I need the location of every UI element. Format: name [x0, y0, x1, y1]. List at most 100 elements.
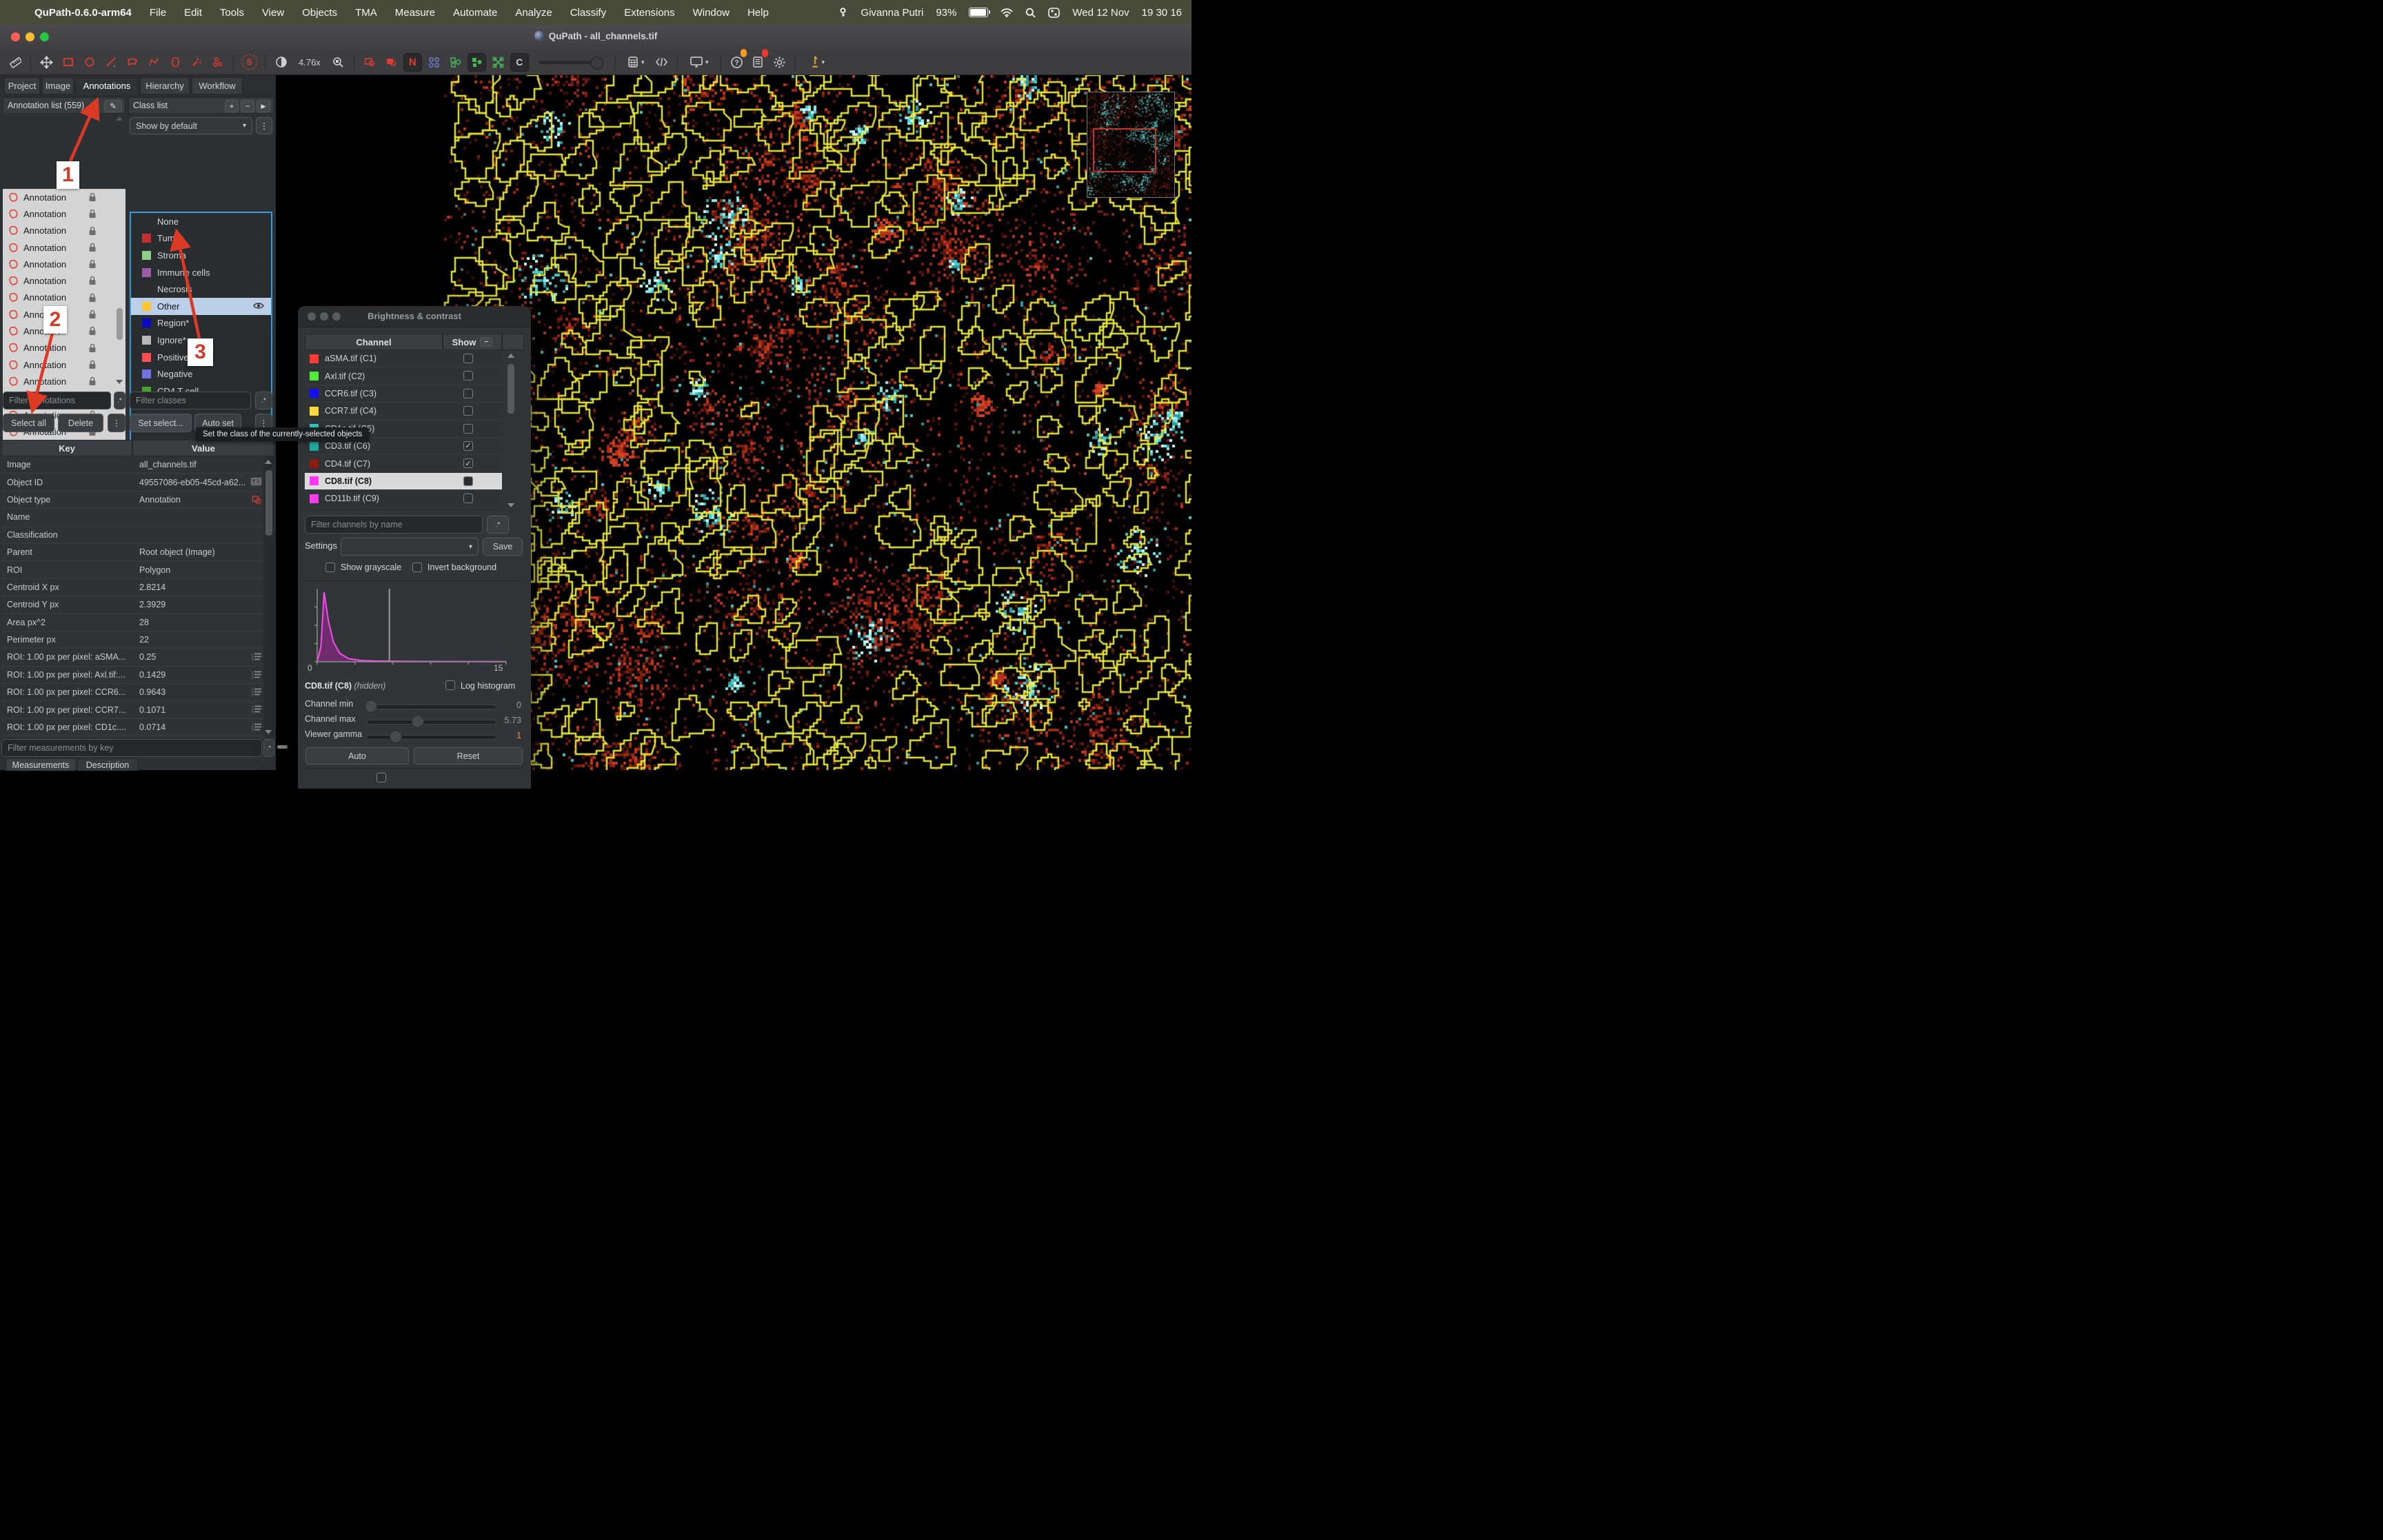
table-row[interactable]: ROI Polygon	[1, 561, 274, 578]
table-row[interactable]: Centroid X px 2.8214	[1, 579, 274, 596]
channel-viewer-icon[interactable]: C	[510, 53, 529, 72]
table-row[interactable]: ROI: 1.00 px per pixel: CD3.ti... 0.1429…	[1, 736, 274, 738]
intensity-histogram[interactable]	[310, 586, 510, 674]
channel-show-checkbox[interactable]: ✓	[463, 458, 473, 468]
fill-detections-icon[interactable]	[467, 53, 486, 72]
menu-help[interactable]: Help	[747, 7, 769, 19]
channel-row[interactable]: CD8.tif (C8)	[305, 473, 502, 490]
viewer-gamma-slider[interactable]	[367, 735, 496, 740]
set-selected-class-button[interactable]: Set select...	[130, 414, 192, 432]
filter-channels-input[interactable]: Filter channels by name	[305, 516, 483, 534]
channel-min-thumb[interactable]	[365, 700, 377, 713]
script-editor-icon[interactable]	[652, 53, 671, 72]
selection-mode-icon[interactable]: S	[240, 53, 259, 72]
annotation-list-item[interactable]: Annotation	[3, 373, 125, 389]
app-menu-name[interactable]: QuPath-0.6.0-arm64	[34, 7, 132, 19]
status-time[interactable]: 19 30 16	[1142, 7, 1182, 19]
annotation-more-button[interactable]: ⋮	[108, 414, 125, 432]
annotation-list-item[interactable]: Annotation	[3, 356, 125, 373]
microscope-control-button[interactable]: ▾	[802, 53, 832, 72]
menu-tools[interactable]: Tools	[220, 7, 244, 19]
channel-max-slider[interactable]	[367, 720, 496, 725]
invert-background-checkbox[interactable]	[412, 563, 422, 572]
edit-annotation-names-button[interactable]: ✎	[104, 100, 122, 112]
table-scrollbar[interactable]	[263, 456, 274, 738]
channel-row[interactable]: CCR6.tif (C3)	[305, 385, 502, 403]
class-list-item[interactable]: Negative	[131, 365, 271, 383]
ellipse-tool-icon[interactable]	[80, 53, 99, 72]
points-tool-icon[interactable]	[208, 53, 227, 72]
class-list-item[interactable]: Region*	[131, 315, 271, 332]
table-row[interactable]: Area px^2 28	[1, 614, 274, 631]
toggle-all-channels-button[interactable]: −	[480, 337, 492, 347]
annotation-list-item[interactable]: Annotation	[3, 256, 125, 272]
move-tool-icon[interactable]	[37, 53, 56, 72]
channel-column-header[interactable]: Channel	[305, 334, 443, 350]
channel-row[interactable]: Axl.tif (C2)	[305, 367, 502, 385]
channel-color-swatch[interactable]	[310, 459, 319, 468]
tab-image[interactable]: Image	[42, 77, 74, 94]
battery-icon[interactable]	[969, 8, 988, 17]
show-detections-icon[interactable]	[446, 53, 465, 72]
channel-max-thumb[interactable]	[412, 716, 424, 728]
channel-color-swatch[interactable]	[310, 407, 319, 416]
visibility-eye-icon[interactable]	[253, 251, 264, 259]
brush-tool-icon[interactable]	[165, 53, 184, 72]
key-icon[interactable]	[838, 8, 848, 18]
channel-row[interactable]: aSMA.tif (C1)	[305, 350, 502, 367]
auto-button[interactable]: Auto	[305, 747, 409, 764]
class-display-mode-select[interactable]: Show by default ▾	[130, 117, 252, 134]
channel-color-swatch[interactable]	[310, 389, 319, 398]
help-button[interactable]: ?	[727, 53, 746, 72]
status-user[interactable]: Givanna Putri	[861, 7, 923, 19]
table-header-key[interactable]: Key	[1, 440, 132, 456]
channel-color-swatch[interactable]	[310, 372, 319, 381]
overview-minimap[interactable]	[1087, 92, 1175, 198]
channel-color-swatch[interactable]	[310, 476, 319, 485]
preferences-gear-icon[interactable]	[770, 53, 789, 72]
log-histogram-checkbox[interactable]	[445, 680, 455, 690]
menu-tma[interactable]: TMA	[355, 7, 377, 19]
table-row[interactable]: Perimeter px 22	[1, 631, 274, 649]
viewer-scrollbar-handle[interactable]	[277, 745, 288, 749]
channel-show-checkbox[interactable]: ✓	[463, 441, 473, 451]
class-list-item[interactable]: Immune cells	[131, 264, 271, 281]
annotation-list-item[interactable]: Annotation	[3, 223, 125, 239]
rectangle-tool-icon[interactable]	[59, 53, 77, 72]
menu-window[interactable]: Window	[693, 7, 730, 19]
channel-show-checkbox[interactable]	[463, 406, 473, 416]
visibility-eye-icon[interactable]	[253, 268, 264, 276]
menu-view[interactable]: View	[262, 7, 284, 19]
menu-automate[interactable]: Automate	[453, 7, 497, 19]
table-row[interactable]: Centroid Y px 2.3929	[1, 596, 274, 614]
tab-annotations[interactable]: Annotations	[76, 77, 138, 94]
visibility-eye-icon[interactable]	[253, 217, 264, 225]
menu-measure[interactable]: Measure	[395, 7, 435, 19]
tab-project[interactable]: Project	[4, 77, 40, 94]
filter-measurements-input[interactable]: Filter measurements by key	[1, 739, 262, 757]
histogram-list-icon[interactable]: 123	[252, 652, 262, 661]
zoom-to-fit-icon[interactable]	[329, 53, 348, 72]
zoom-level-value[interactable]: 4.76x	[299, 57, 321, 68]
measure-ruler-icon[interactable]	[6, 53, 24, 72]
channel-show-checkbox[interactable]	[463, 389, 473, 398]
measurements-table[interactable]: Image all_channels.tif Object ID 4955708…	[1, 456, 274, 738]
tab-description[interactable]: Description	[77, 758, 138, 771]
table-row[interactable]: ROI: 1.00 px per pixel: CCR7... 0.1071 1…	[1, 701, 274, 718]
histogram-list-icon[interactable]: 123	[252, 705, 262, 713]
annotation-list-item[interactable]: Annotation	[3, 239, 125, 256]
reset-button[interactable]: Reset	[414, 747, 523, 764]
table-row[interactable]: Name	[1, 509, 274, 526]
class-list-item[interactable]: Other	[131, 298, 271, 315]
visibility-eye-icon[interactable]	[253, 234, 264, 242]
tab-workflow[interactable]: Workflow	[192, 77, 243, 94]
line-tool-icon[interactable]	[101, 53, 120, 72]
visibility-eye-icon[interactable]	[253, 369, 264, 377]
channel-color-swatch[interactable]	[310, 354, 319, 363]
channel-row[interactable]: CD4.tif (C7) ✓	[305, 455, 502, 472]
menu-classify[interactable]: Classify	[570, 7, 607, 19]
table-row[interactable]: Parent Root object (Image)	[1, 544, 274, 561]
visibility-eye-icon[interactable]	[253, 336, 264, 343]
tma-grid-icon[interactable]	[425, 53, 443, 72]
annotation-list-item[interactable]: Annotation	[3, 205, 125, 222]
